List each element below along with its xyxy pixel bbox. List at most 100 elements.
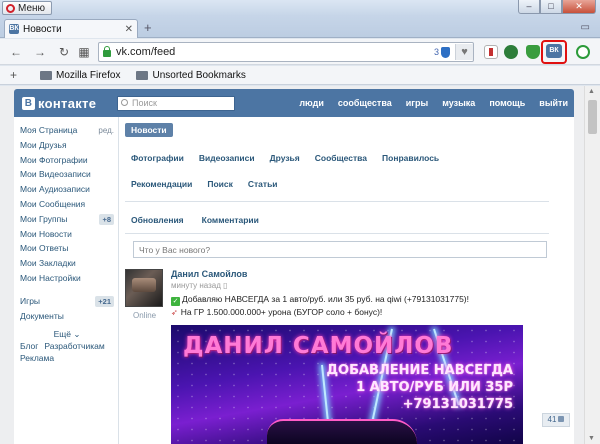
check-mark-icon: ✓ (171, 297, 180, 306)
footer-ads[interactable]: Реклама (20, 353, 54, 363)
edit-link[interactable]: ред. (98, 124, 114, 139)
news-tab-pill[interactable]: Новости (125, 123, 173, 137)
filter-photos[interactable]: Фотографии (131, 153, 184, 163)
left-menu-games[interactable]: Игры +21 (20, 294, 114, 309)
left-menu-videos[interactable]: Мои Видеозаписи (20, 167, 114, 182)
post-image-banner[interactable]: ДАНИЛ САМОЙЛОВ ДОБАВЛЕНИЕ НАВСЕГДА 1 АВТ… (171, 325, 523, 444)
new-tab-button[interactable]: + (144, 20, 152, 35)
online-status: Online (133, 311, 157, 320)
left-menu-news[interactable]: Мои Новости (20, 227, 114, 242)
left-menu-messages[interactable]: Мои Сообщения (20, 197, 114, 212)
close-window-button[interactable]: ✕ (562, 0, 596, 14)
scroll-thumb[interactable] (588, 100, 597, 134)
opera-menu-button[interactable]: Меню (2, 1, 53, 15)
post-text-line-2: ➶ На ГР 1.500.000.000+ урона (БУГОР соло … (171, 307, 383, 317)
post-composer-input[interactable]: Что у Вас нового? (133, 241, 547, 258)
folder-icon (136, 70, 149, 80)
top-nav-games[interactable]: игры (406, 98, 428, 108)
close-tab-icon[interactable]: ✕ (125, 24, 133, 35)
footer-blog[interactable]: Блог (20, 341, 38, 351)
filter-videos[interactable]: Видеозаписи (199, 153, 255, 163)
url-text[interactable]: vk.com/feed (116, 46, 434, 58)
vk-favicon-icon: ВК (9, 24, 19, 34)
search-placeholder: Поиск (132, 98, 157, 108)
top-nav-communities[interactable]: сообщества (338, 98, 392, 108)
maximize-button[interactable]: □ (540, 0, 562, 14)
scroll-down-arrow-icon[interactable]: ▼ (588, 435, 595, 442)
add-bookmark-plus-icon[interactable]: + (10, 68, 24, 82)
rocket-icon: ➶ (171, 308, 178, 317)
tab-bar: ВК Новости ✕ + ▭ (0, 16, 600, 38)
top-nav-music[interactable]: музыка (442, 98, 475, 108)
vk-logo[interactable]: В контакте (22, 96, 96, 111)
tab-updates[interactable]: Обновления (131, 215, 184, 225)
banner-promo-line-2: 1 АВТО/РУБ ИЛИ 35Р (356, 380, 513, 395)
window-titlebar: Меню – □ ✕ (0, 0, 600, 16)
back-arrow-icon[interactable]: ← (8, 44, 24, 60)
left-menu-bookmarks[interactable]: Мои Закладки (20, 256, 114, 271)
left-footer-links: Блог Разработчикам Реклама (20, 340, 114, 364)
left-menu-photos[interactable]: Мои Фотографии (20, 153, 114, 168)
tab-news[interactable]: ВК Новости ✕ (4, 19, 138, 38)
vk-logo-text: контакте (38, 96, 97, 111)
more-link[interactable]: Ещё ⌄ (20, 329, 114, 340)
top-nav-help[interactable]: помощь (489, 98, 525, 108)
minimize-button[interactable]: – (518, 0, 540, 14)
highlight-frame (541, 40, 567, 64)
scroll-up-arrow-icon[interactable]: ▲ (588, 88, 595, 95)
groups-count-badge: +8 (99, 213, 114, 225)
footer-developers[interactable]: Разработчикам (44, 341, 104, 351)
extension-globe-icon[interactable] (504, 45, 518, 59)
bookmark-folder-firefox[interactable]: Mozilla Firefox (40, 70, 120, 81)
filter-articles[interactable]: Статьи (248, 179, 278, 189)
left-menu-answers[interactable]: Мои Ответы (20, 241, 114, 256)
lock-icon (103, 46, 111, 57)
top-nav-people[interactable]: люди (299, 98, 324, 108)
bookmark-folder-unsorted[interactable]: Unsorted Bookmarks (136, 70, 246, 81)
likes-counter[interactable]: 41 (542, 413, 570, 427)
news-feed: Новости Фотографии Видеозаписи Друзья Со… (118, 117, 556, 444)
reload-icon[interactable]: ↻ (56, 44, 72, 60)
search-icon (121, 99, 128, 106)
left-menu-settings[interactable]: Мои Настройки (20, 271, 114, 286)
left-menu-groups[interactable]: Мои Группы +8 (20, 212, 114, 227)
vk-search-input[interactable]: Поиск (117, 96, 235, 111)
banner-promo-line-3: +79131031775 (402, 397, 513, 412)
filter-liked[interactable]: Понравилось (382, 153, 439, 163)
extension-red-icon[interactable] (484, 45, 498, 59)
left-menu-friends[interactable]: Мои Друзья (20, 138, 114, 153)
filter-recommendations[interactable]: Рекомендации (131, 179, 192, 189)
tab-comments[interactable]: Комментарии (202, 215, 259, 225)
tab-menu-icon[interactable]: ▭ (581, 22, 590, 33)
banner-title: ДАНИЛ САМОЙЛОВ (183, 333, 454, 359)
left-menu-documents[interactable]: Документы (20, 309, 114, 324)
left-menu: Моя Страница ред. Мои Друзья Мои Фотогра… (20, 123, 114, 364)
page-scrollbar[interactable]: ▲ ▼ (584, 86, 600, 444)
author-avatar[interactable] (125, 269, 163, 307)
left-menu-my-page[interactable]: Моя Страница ред. (20, 123, 114, 138)
bookmarks-bar: + Mozilla Firefox Unsorted Bookmarks (0, 66, 600, 85)
vk-logo-letter: В (22, 97, 35, 110)
folder-icon (40, 70, 52, 80)
opera-logo-icon (6, 3, 15, 13)
filter-search[interactable]: Поиск (207, 179, 233, 189)
speed-dial-grid-icon[interactable]: ▦ (76, 44, 92, 60)
post-time[interactable]: минуту назад ▯ (171, 281, 228, 290)
extension-shield-check-icon[interactable] (526, 45, 540, 59)
forward-arrow-icon[interactable]: → (32, 44, 48, 60)
address-bar[interactable]: vk.com/feed 3 ♥ (98, 42, 474, 62)
feed-filters-row-1: Фотографии Видеозаписи Друзья Сообщества… (131, 153, 439, 163)
post-text-line-1: ✓ Добавляю НАВСЕГДА за 1 авто/руб. или 35… (171, 294, 469, 306)
post-author-link[interactable]: Данил Самойлов (171, 269, 247, 279)
left-menu-audio[interactable]: Мои Аудиозаписи (20, 182, 114, 197)
heart-bookmark-icon[interactable]: ♥ (455, 44, 473, 60)
window-controls: – □ ✕ (518, 0, 596, 14)
top-nav-logout[interactable]: выйти (539, 98, 568, 108)
filter-communities[interactable]: Сообщества (315, 153, 367, 163)
shield-icon[interactable] (441, 46, 450, 58)
banner-promo-line-1: ДОБАВЛЕНИЕ НАВСЕГДА (326, 363, 513, 378)
extension-download-icon[interactable] (576, 45, 590, 59)
vk-top-nav: люди сообщества игры музыка помощь выйти (299, 98, 568, 108)
filter-friends[interactable]: Друзья (270, 153, 300, 163)
vk-body: Моя Страница ред. Мои Друзья Мои Фотогра… (14, 117, 574, 444)
